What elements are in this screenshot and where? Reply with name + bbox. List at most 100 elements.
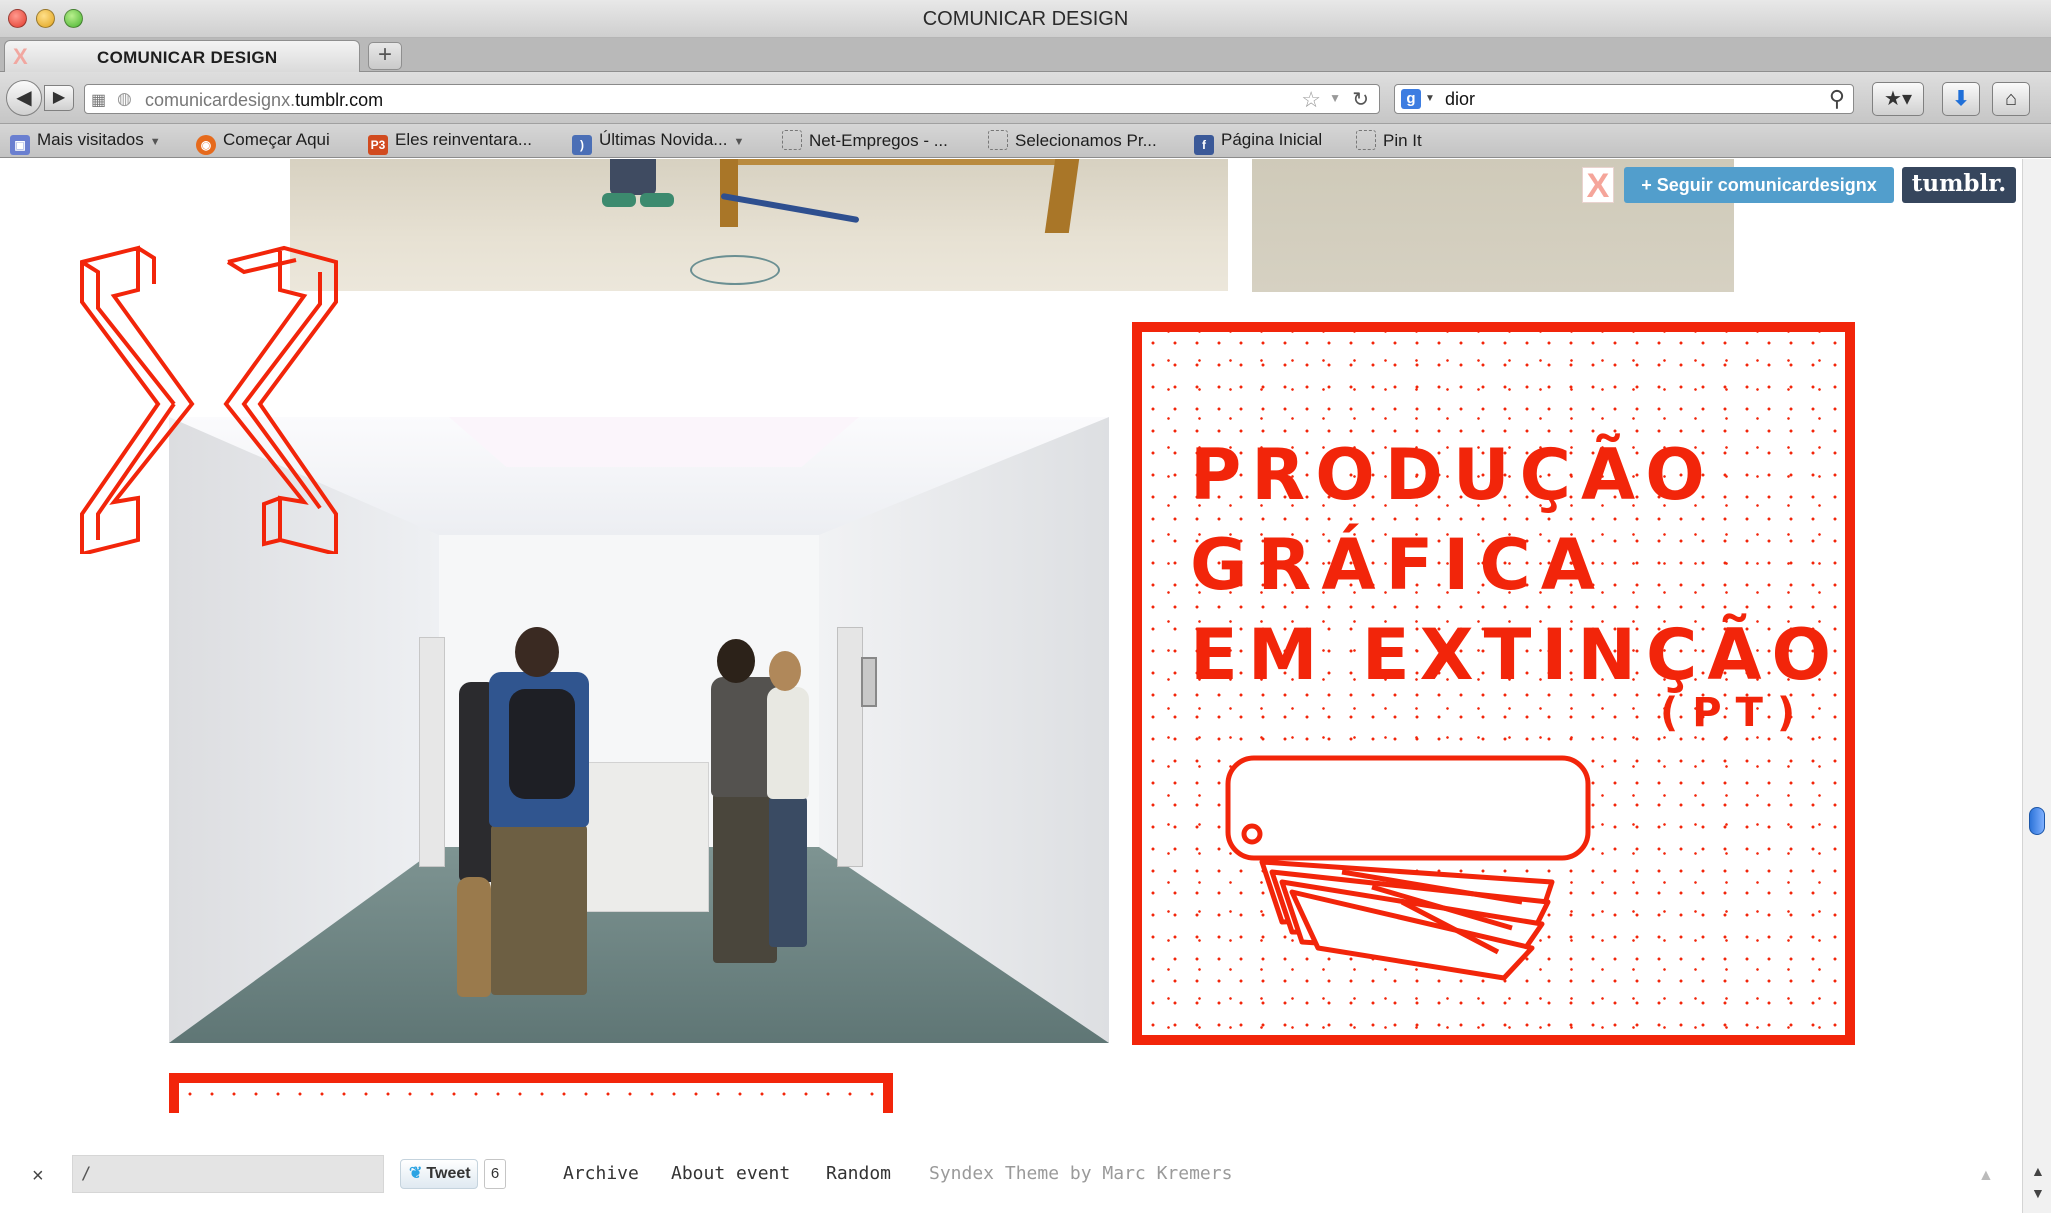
archive-link[interactable]: Archive	[563, 1163, 639, 1184]
bookmark-label: Pin It	[1383, 131, 1422, 150]
page-viewport: X + Seguir comunicardesignx tumblr. PROD…	[0, 159, 2022, 1213]
comunicar-x-logo[interactable]	[78, 244, 340, 554]
search-input[interactable]: dior	[1445, 89, 1475, 110]
door	[837, 627, 863, 867]
firefox-icon: ◉	[196, 135, 216, 155]
bookmark-label: Últimas Novida...	[599, 130, 728, 149]
random-link[interactable]: Random	[826, 1163, 891, 1184]
bookmark-label: Selecionamos Pr...	[1015, 131, 1157, 150]
url-prefix: comunicardesignx.	[145, 90, 296, 110]
search-icon[interactable]: ⚲	[1829, 86, 1845, 112]
history-dropdown-icon[interactable]: ▼	[1329, 91, 1341, 105]
bookmark-ultimas-novidades[interactable]: ) Últimas Novida... ▼	[572, 130, 744, 155]
person-legs	[610, 159, 656, 195]
bookmark-label: Começar Aqui	[223, 130, 330, 149]
poster-next-post[interactable]	[169, 1073, 893, 1113]
bookmark-label: Eles reinventara...	[395, 130, 533, 149]
twitter-bird-icon: ❦	[409, 1165, 423, 1182]
bookmark-label: Página Inicial	[1221, 130, 1323, 149]
rss-icon: )	[572, 135, 592, 155]
blog-search-input[interactable]: /	[72, 1155, 384, 1193]
scroll-up-arrow-icon[interactable]: ▲	[2031, 1163, 2045, 1179]
poster-title: PRODUÇÃO GRÁFICA EM EXTINÇÃO	[1190, 430, 1841, 700]
wooden-table	[720, 159, 1070, 165]
bolt-cutter	[720, 192, 860, 224]
person-white-legs	[769, 797, 807, 947]
poster-title-line: PRODUÇÃO	[1190, 434, 1715, 516]
theme-credit[interactable]: Syndex Theme by Marc Kremers	[929, 1163, 1232, 1184]
bookmark-eles-reinventara[interactable]: P3 Eles reinventara...	[368, 130, 532, 155]
navigation-toolbar: ◀ ▶ ▦ ◍ comunicardesignx.tumblr.com ☆ ▼ …	[0, 72, 2051, 124]
window-titlebar: COMUNICAR DESIGN	[0, 0, 2051, 38]
shoe	[640, 193, 674, 207]
bookmarks-toolbar: ▣ Mais visitados ▼ ◉ Começar Aqui P3 Eles re…	[0, 124, 2051, 158]
url-text[interactable]: comunicardesignx.tumblr.com	[145, 90, 383, 111]
door	[419, 637, 445, 867]
bookmark-pagina-inicial[interactable]: f Página Inicial	[1194, 130, 1322, 155]
url-host: tumblr.com	[295, 90, 384, 110]
person-head	[515, 627, 559, 677]
tab-strip: X COMUNICAR DESIGN +	[0, 38, 2051, 72]
search-bar[interactable]: g ▼ dior ⚲	[1394, 84, 1854, 114]
person-background-legs	[457, 877, 491, 997]
chevron-down-icon: ▼	[149, 136, 161, 148]
close-footer-icon[interactable]: ×	[32, 1165, 44, 1188]
scroll-top-icon[interactable]: ▲	[1978, 1167, 1994, 1185]
poster-producao-grafica[interactable]: PRODUÇÃO GRÁFICA EM EXTINÇÃO (PT)	[1132, 322, 1855, 1045]
address-bar[interactable]: ▦ ◍ comunicardesignx.tumblr.com ☆ ▼ ↻	[84, 84, 1380, 114]
bookmark-mais-visitados[interactable]: ▣ Mais visitados ▼	[10, 130, 161, 155]
follow-button[interactable]: + Seguir comunicardesignx	[1624, 167, 1894, 203]
home-icon[interactable]: ⌂	[1992, 82, 2030, 116]
google-engine-icon[interactable]: g	[1401, 89, 1421, 109]
most-visited-icon: ▣	[10, 135, 30, 155]
backpack	[509, 689, 575, 799]
person-head	[769, 651, 801, 691]
photo-workshop-table[interactable]	[290, 159, 1228, 291]
bookmark-label: Mais visitados	[37, 130, 144, 149]
poster-title-line: EM EXTINÇÃO	[1190, 614, 1842, 696]
reload-icon[interactable]: ↻	[1352, 87, 1369, 112]
globe-icon: ◍	[117, 89, 132, 108]
page-icon	[988, 130, 1008, 150]
skylight	[449, 417, 859, 467]
page-info-icon[interactable]: ▦	[91, 90, 106, 110]
color-swatch-fan-icon	[1225, 755, 1591, 981]
table-leg	[1044, 159, 1080, 233]
forward-button[interactable]: ▶	[44, 85, 74, 111]
tweet-button[interactable]: ❦ Tweet	[400, 1159, 478, 1189]
theme-footer: × / ❦ Tweet 6 Archive About event Random …	[0, 1143, 2022, 1213]
scroll-down-arrow-icon[interactable]: ▼	[2031, 1185, 2045, 1201]
bookmark-net-empregos[interactable]: Net-Empregos - ...	[782, 130, 948, 151]
about-event-link[interactable]: About event	[671, 1163, 790, 1184]
bookmark-selecionamos[interactable]: Selecionamos Pr...	[988, 130, 1157, 151]
bookmark-comecar-aqui[interactable]: ◉ Começar Aqui	[196, 130, 330, 155]
shoe	[602, 193, 636, 207]
wall-frame	[861, 657, 877, 707]
back-button[interactable]: ◀	[6, 80, 42, 116]
page-icon	[1356, 130, 1376, 150]
person-head	[717, 639, 755, 683]
blog-avatar-icon[interactable]: X	[1582, 167, 1614, 204]
new-tab-button[interactable]: +	[368, 42, 402, 70]
person-backpack-legs	[491, 825, 587, 995]
page-icon	[782, 130, 802, 150]
poster-subtitle: (PT)	[1660, 690, 1810, 736]
facebook-icon: f	[1194, 135, 1214, 155]
tab-comunicar-design[interactable]: X COMUNICAR DESIGN	[4, 40, 360, 72]
chevron-down-icon: ▼	[733, 136, 745, 148]
person-grey-legs	[713, 793, 777, 963]
p3-icon: P3	[368, 135, 388, 155]
tweet-count: 6	[484, 1159, 506, 1189]
tumblr-logo-button[interactable]: tumblr.	[1902, 167, 2016, 203]
x-favicon-icon: X	[13, 44, 28, 69]
person-white-shirt	[767, 687, 809, 799]
bookmark-star-icon[interactable]: ☆	[1301, 87, 1321, 113]
engine-dropdown-icon[interactable]: ▼	[1425, 93, 1435, 104]
poster-title-line: GRÁFICA	[1190, 524, 1605, 606]
window-title: COMUNICAR DESIGN	[922, 8, 1129, 30]
download-icon[interactable]: ⬇	[1942, 82, 1980, 116]
bookmark-pin-it[interactable]: Pin It	[1356, 130, 1422, 151]
page-scrollbar[interactable]: ▲ ▼	[2022, 159, 2051, 1213]
scrollbar-thumb[interactable]	[2029, 807, 2045, 835]
bookmarks-menu-button[interactable]: ★▾	[1872, 82, 1924, 116]
